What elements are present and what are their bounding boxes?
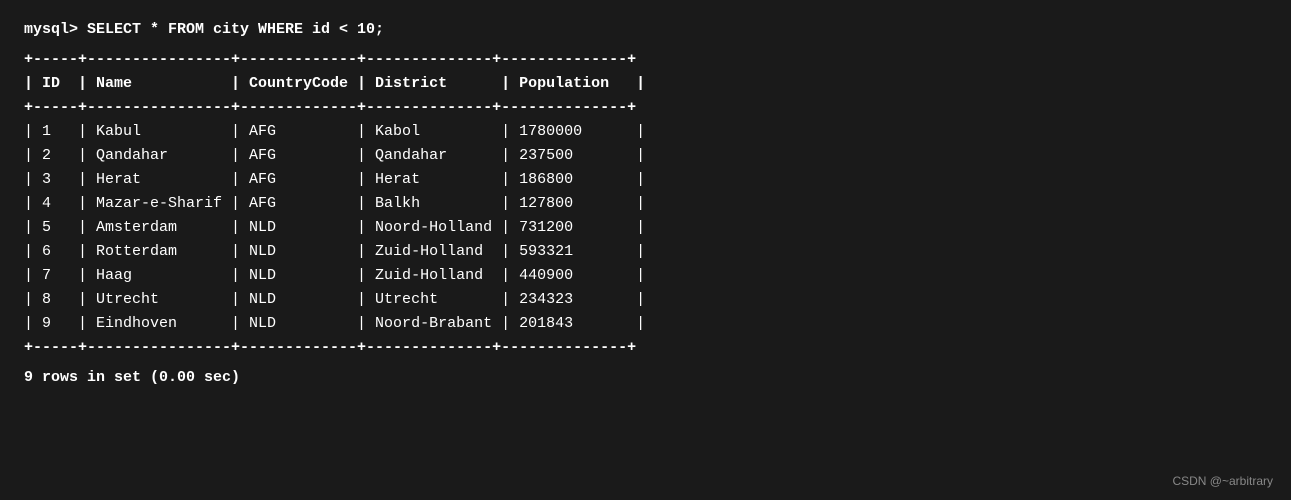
header-divider: +-----+----------------+-------------+--… <box>24 96 1267 120</box>
sql-query: mysql> SELECT * FROM city WHERE id < 10; <box>24 18 1267 42</box>
watermark: CSDN @~arbitrary <box>1172 474 1273 488</box>
top-divider: +-----+----------------+-------------+--… <box>24 48 1267 72</box>
table-row: | 5 | Amsterdam | NLD | Noord-Holland | … <box>24 216 1267 240</box>
table-row: | 8 | Utrecht | NLD | Utrecht | 234323 | <box>24 288 1267 312</box>
table-row: | 1 | Kabul | AFG | Kabol | 1780000 | <box>24 120 1267 144</box>
table-row: | 4 | Mazar-e-Sharif | AFG | Balkh | 127… <box>24 192 1267 216</box>
table-header: | ID | Name | CountryCode | District | P… <box>24 72 1267 96</box>
table-body: | 1 | Kabul | AFG | Kabol | 1780000 || 2… <box>24 120 1267 336</box>
bottom-divider: +-----+----------------+-------------+--… <box>24 336 1267 360</box>
table-row: | 2 | Qandahar | AFG | Qandahar | 237500… <box>24 144 1267 168</box>
table-row: | 9 | Eindhoven | NLD | Noord-Brabant | … <box>24 312 1267 336</box>
terminal-output: mysql> SELECT * FROM city WHERE id < 10;… <box>24 18 1267 390</box>
table-row: | 6 | Rotterdam | NLD | Zuid-Holland | 5… <box>24 240 1267 264</box>
result-footer: 9 rows in set (0.00 sec) <box>24 366 1267 390</box>
table-row: | 3 | Herat | AFG | Herat | 186800 | <box>24 168 1267 192</box>
table-row: | 7 | Haag | NLD | Zuid-Holland | 440900… <box>24 264 1267 288</box>
